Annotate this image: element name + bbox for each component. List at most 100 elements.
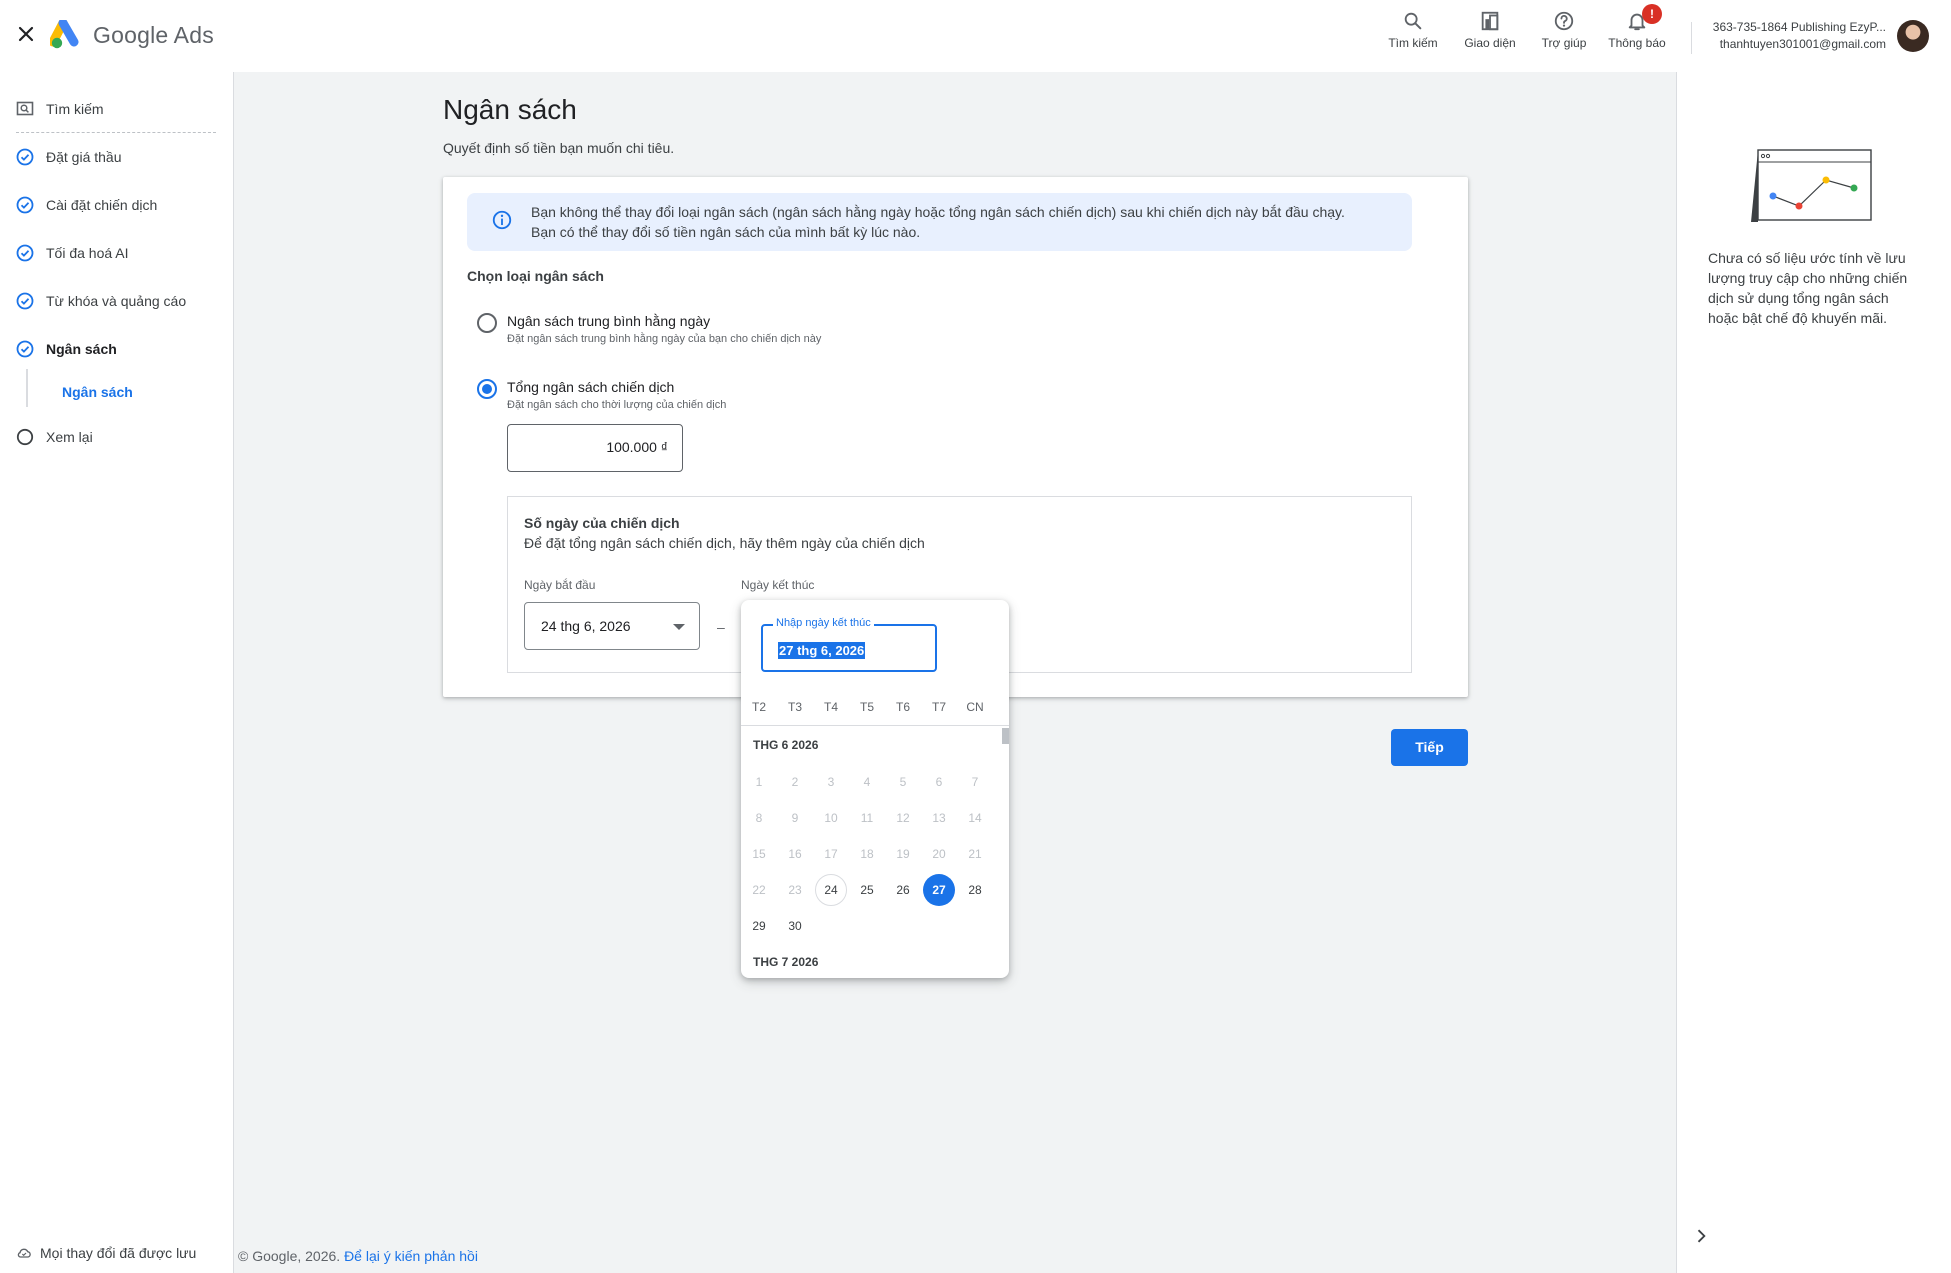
- appearance-button[interactable]: Giao diện: [1450, 10, 1530, 50]
- calendar-day: 11: [860, 811, 874, 825]
- sidebar-item-search[interactable]: Tìm kiếm: [16, 100, 104, 118]
- end-date-input-value: 27 thg 6, 2026: [778, 642, 866, 659]
- calendar-day: 12: [896, 811, 910, 825]
- info-banner: Bạn không thể thay đổi loại ngân sách (n…: [467, 193, 1412, 251]
- calendar-day[interactable]: 25: [851, 874, 883, 906]
- sidebar-item-bidding[interactable]: Đặt giá thầu: [16, 148, 122, 166]
- search-box-icon: [16, 101, 34, 116]
- end-date-input[interactable]: Nhập ngày kết thúc 27 thg 6, 2026: [761, 617, 937, 672]
- calendar-day: 14: [968, 811, 982, 825]
- calendar-day: 4: [863, 775, 871, 789]
- top-bar: Google Ads Tìm kiếm Giao diện Trợ giúp T…: [0, 0, 1951, 72]
- end-date-picker: Nhập ngày kết thúc 27 thg 6, 2026 T2 T3 …: [741, 600, 1009, 978]
- avatar[interactable]: [1897, 20, 1929, 52]
- dropdown-arrow-icon: [673, 624, 685, 630]
- weekday-header: T4: [823, 700, 838, 714]
- next-button[interactable]: Tiếp: [1391, 729, 1468, 766]
- search-button[interactable]: Tìm kiếm: [1373, 10, 1453, 50]
- total-budget-label[interactable]: Tổng ngân sách chiến dịch: [507, 379, 674, 395]
- calendar-day[interactable]: 30: [779, 910, 811, 942]
- notification-badge: !: [1642, 4, 1662, 24]
- calendar-day: 6: [935, 775, 943, 789]
- feedback-link[interactable]: Để lại ý kiến phản hồi: [344, 1248, 478, 1264]
- chevron-right-icon[interactable]: [1691, 1226, 1711, 1246]
- calendar-day: 1: [755, 775, 763, 789]
- weekday-header: T6: [895, 700, 910, 714]
- budget-type-label: Chọn loại ngân sách: [467, 268, 604, 284]
- calendar-day: 17: [824, 847, 838, 861]
- month-label: THG 6 2026: [753, 738, 819, 752]
- weekday-divider: [741, 725, 1009, 726]
- sidebar-item-review[interactable]: Xem lại: [16, 428, 93, 446]
- close-icon[interactable]: [14, 22, 38, 46]
- no-estimate-text: Chưa có số liệu ước tính về lưu lượng tr…: [1708, 250, 1908, 326]
- weekday-header: CN: [966, 700, 984, 714]
- chart-illustration: [1751, 149, 1872, 222]
- account-email: thanhtuyen301001@gmail.com: [1719, 37, 1886, 51]
- month-label: THG 7 2026: [753, 955, 819, 969]
- info-text-line1: Bạn không thể thay đổi loại ngân sách (n…: [531, 204, 1345, 220]
- budget-amount-input[interactable]: 100.000 ₫: [507, 424, 683, 472]
- sidebar-item-campaign-settings[interactable]: Cài đặt chiến dịch: [16, 196, 157, 214]
- sidebar-item-ai-max[interactable]: Tối đa hoá AI: [16, 244, 129, 262]
- google-ads-logo: [50, 20, 79, 49]
- weekday-header: T2: [751, 700, 766, 714]
- daily-budget-label[interactable]: Ngân sách trung bình hằng ngày: [507, 313, 710, 329]
- page-subtitle: Quyết định số tiền bạn muốn chi tiêu.: [443, 140, 675, 156]
- check-circle-icon: [16, 196, 34, 214]
- weekday-header: T3: [787, 700, 802, 714]
- calendar-day: 23: [788, 883, 802, 897]
- calendar-day: 18: [860, 847, 874, 861]
- calendar-day[interactable]: 29: [743, 910, 775, 942]
- weekday-header: T5: [859, 700, 874, 714]
- daily-budget-radio[interactable]: [477, 313, 497, 333]
- brand-name: Google Ads: [93, 22, 214, 48]
- total-budget-radio[interactable]: [477, 379, 497, 399]
- calendar-day: 8: [755, 811, 763, 825]
- campaign-days-desc: Để đặt tổng ngân sách chiến dịch, hãy th…: [524, 535, 925, 551]
- calendar-day: 15: [752, 847, 766, 861]
- weekday-header: T7: [931, 700, 946, 714]
- sidebar-subitem-label: Ngân sách: [62, 384, 133, 400]
- account-info[interactable]: 363-735-1864 Publishing EzyP... thanhtuy…: [1700, 19, 1886, 53]
- end-date-input-label: Nhập ngày kết thúc: [773, 617, 874, 629]
- sidebar-item-label: Từ khóa và quảng cáo: [46, 293, 187, 309]
- saved-status-text: Mọi thay đổi đã được lưu: [40, 1245, 197, 1261]
- calendar-day[interactable]: 26: [887, 874, 919, 906]
- check-circle-icon: [16, 292, 34, 310]
- calendar-day[interactable]: 24: [815, 874, 847, 906]
- help-icon: [1554, 11, 1574, 31]
- sidebar-subitem-indicator: [26, 369, 28, 407]
- calendar-day[interactable]: 28: [959, 874, 991, 906]
- check-circle-icon: [16, 244, 34, 262]
- calendar-day: 21: [968, 847, 982, 861]
- start-date-select[interactable]: 24 thg 6, 2026: [524, 602, 700, 650]
- start-date-label: Ngày bắt đầu: [524, 578, 596, 592]
- daily-budget-desc: Đặt ngân sách trung bình hằng ngày của b…: [507, 333, 822, 345]
- notifications-button-label: Thông báo: [1608, 36, 1666, 50]
- calendar-day: 22: [752, 883, 766, 897]
- sidebar-item-budget[interactable]: Ngân sách: [16, 340, 117, 358]
- sidebar: Tìm kiếm Đặt giá thầu Cài đặt chiến dịch…: [0, 72, 234, 1273]
- empty-circle-icon: [16, 428, 34, 446]
- right-panel: Chưa có số liệu ước tính về lưu lượng tr…: [1676, 72, 1951, 1273]
- campaign-days-title: Số ngày của chiến dịch: [524, 515, 680, 531]
- sidebar-item-label: Xem lại: [46, 429, 93, 445]
- calendar-scrollbar[interactable]: [1002, 728, 1009, 744]
- sidebar-item-label: Ngân sách: [46, 341, 117, 357]
- sidebar-divider: [16, 132, 216, 133]
- sidebar-subitem-budget[interactable]: Ngân sách: [62, 384, 133, 400]
- help-button[interactable]: Trợ giúp: [1524, 10, 1604, 50]
- start-date-value: 24 thg 6, 2026: [541, 618, 631, 634]
- sidebar-item-label: Tối đa hoá AI: [46, 245, 129, 261]
- notifications-button[interactable]: Thông báo !: [1597, 4, 1677, 50]
- page-title: Ngân sách: [443, 94, 577, 125]
- calendar-day[interactable]: 27: [923, 874, 955, 906]
- sidebar-item-keywords-ads[interactable]: Từ khóa và quảng cáo: [16, 292, 186, 310]
- header-divider: [1691, 22, 1692, 54]
- calendar-day: 5: [899, 775, 907, 789]
- calendar-day: 20: [932, 847, 946, 861]
- calendar-day: 16: [788, 847, 802, 861]
- help-button-label: Trợ giúp: [1541, 36, 1587, 50]
- appearance-icon: [1481, 11, 1499, 31]
